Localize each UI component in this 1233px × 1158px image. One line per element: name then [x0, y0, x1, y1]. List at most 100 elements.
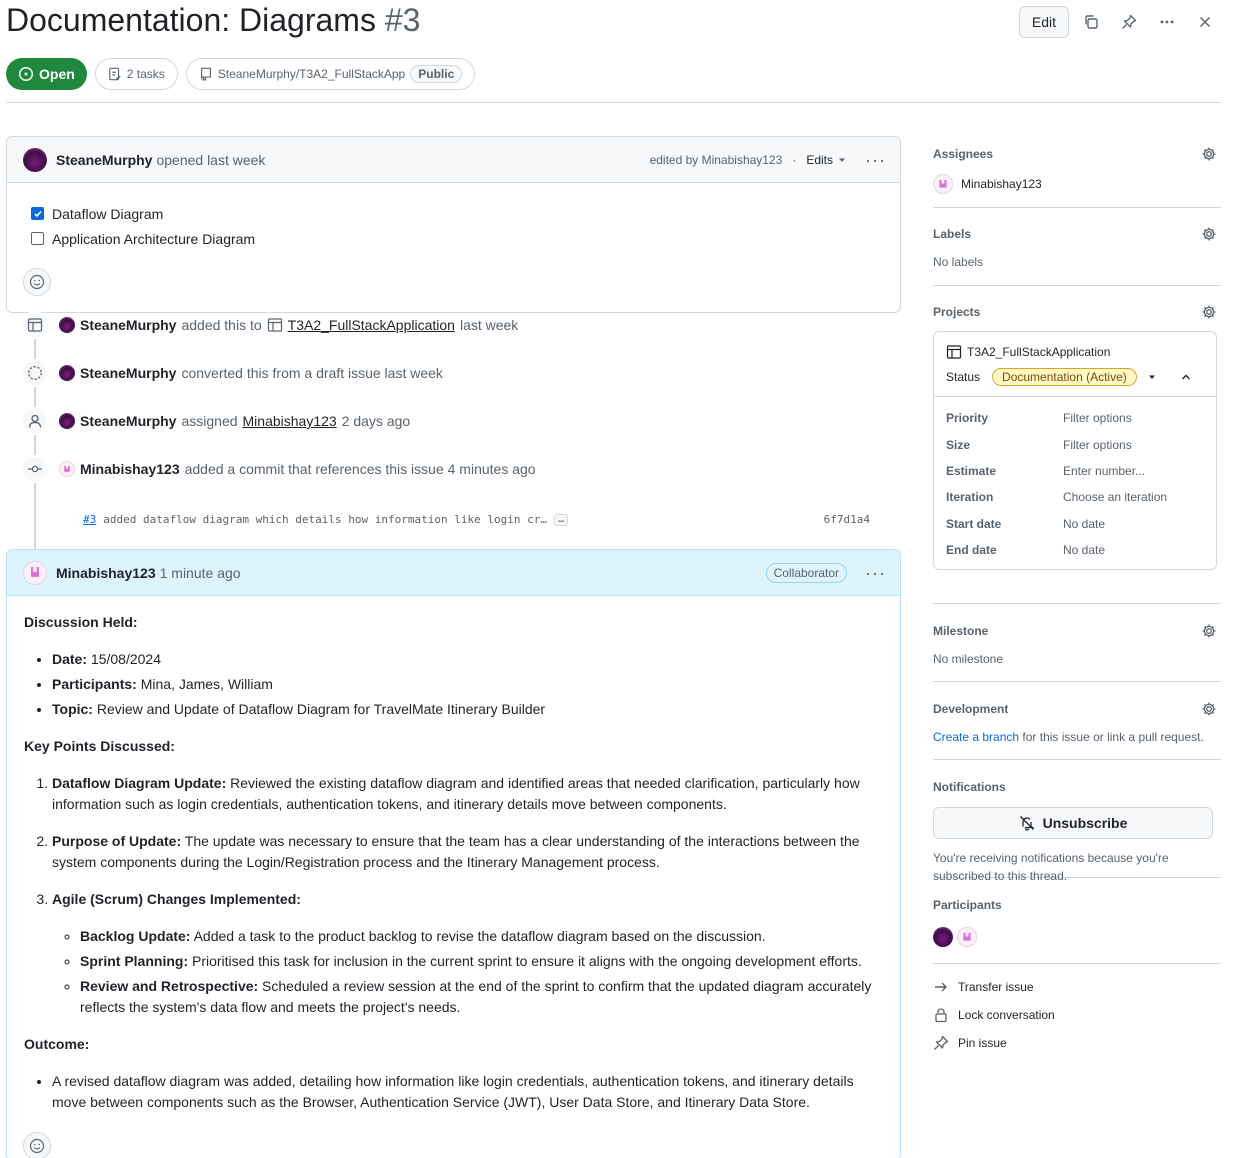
gear-icon[interactable]: [1201, 304, 1217, 323]
event-actor[interactable]: Minabishay123: [80, 461, 180, 477]
gear-icon[interactable]: [1201, 701, 1217, 720]
unsubscribe-label: Unsubscribe: [1042, 815, 1128, 831]
project-field[interactable]: Start date No date: [934, 511, 1216, 537]
commit-message[interactable]: added dataflow diagram which details how…: [103, 513, 547, 526]
collaborator-comment: Minabishay123 1 minute ago Collaborator …: [6, 549, 901, 1158]
pin-issue-action[interactable]: Pin issue: [933, 1029, 1221, 1057]
section-title[interactable]: Development: [933, 702, 1221, 716]
transfer-issue-action[interactable]: Transfer issue: [933, 973, 1221, 1001]
labels-value: No labels: [933, 255, 984, 269]
avatar[interactable]: [59, 365, 75, 381]
issue-sidebar: Assignees Minabishay123 Labels No labels…: [933, 136, 1221, 1057]
event-description: added a commit that references this issu…: [184, 461, 536, 477]
participants-section: Participants: [933, 878, 1221, 964]
comment-body: Dataflow Diagram Application Architectur…: [7, 183, 900, 312]
event-actor[interactable]: SteaneMurphy: [80, 317, 176, 333]
issue-title: Documentation: Diagrams #3: [6, 2, 420, 39]
event-actor[interactable]: SteaneMurphy: [80, 365, 176, 381]
repo-name: SteaneMurphy/T3A2_FullStackApp: [217, 67, 406, 81]
bell-slash-icon: [1019, 816, 1035, 831]
add-reaction-icon[interactable]: [23, 268, 51, 296]
section-title[interactable]: Labels: [933, 227, 1221, 241]
close-icon[interactable]: [1189, 6, 1221, 38]
triangle-down-icon[interactable]: [1147, 372, 1157, 382]
event-actor[interactable]: SteaneMurphy: [80, 413, 176, 429]
checkbox-checked[interactable]: [31, 207, 44, 220]
issue-actions: Transfer issue Lock conversation Pin iss…: [933, 964, 1221, 1057]
assignee-link[interactable]: Minabishay123: [243, 413, 337, 429]
event-text: Minabishay123 added a commit that refere…: [59, 461, 536, 477]
draft-issue-icon: [21, 359, 49, 387]
project-field[interactable]: End date No date: [934, 537, 1216, 563]
checkbox-unchecked[interactable]: [31, 232, 44, 245]
header-actions: Edit: [1018, 6, 1221, 38]
person-icon: [21, 407, 49, 435]
list-item: Sprint Planning: Prioritised this task f…: [80, 951, 884, 972]
section-title[interactable]: Projects: [933, 305, 1221, 319]
gear-icon[interactable]: [1201, 146, 1217, 165]
repo-pill[interactable]: SteaneMurphy/T3A2_FullStackApp Public: [185, 58, 476, 90]
event-text: SteaneMurphy assigned Minabishay123 2 da…: [59, 413, 410, 429]
pin-icon[interactable]: [1113, 6, 1145, 38]
avatar[interactable]: [59, 461, 75, 477]
project-field[interactable]: Priority Filter options: [934, 405, 1216, 431]
assignee-row[interactable]: Minabishay123: [933, 174, 1221, 194]
checklist-icon: [108, 67, 121, 81]
edits-dropdown[interactable]: Edits: [806, 153, 847, 167]
status-value[interactable]: Documentation (Active): [992, 368, 1137, 386]
avatar[interactable]: [933, 927, 953, 947]
tasks-label: 2 tasks: [126, 67, 165, 81]
separator-dot: ·: [792, 152, 797, 167]
assignee-name[interactable]: Minabishay123: [961, 177, 1042, 191]
section-title[interactable]: Milestone: [933, 624, 1221, 638]
avatar[interactable]: [23, 147, 47, 172]
comment-options-icon[interactable]: ···: [865, 151, 886, 169]
tasks-pill[interactable]: 2 tasks: [94, 58, 178, 90]
edit-button[interactable]: Edit: [1018, 6, 1069, 38]
chevron-up-icon[interactable]: [1180, 371, 1192, 383]
avatar[interactable]: [59, 413, 75, 429]
avatar[interactable]: [933, 174, 953, 194]
comment-author[interactable]: SteaneMurphy: [56, 152, 152, 168]
notifications-section: Notifications Unsubscribe You're receivi…: [933, 760, 1221, 883]
unsubscribe-button[interactable]: Unsubscribe: [933, 807, 1213, 839]
milestone-value: No milestone: [933, 652, 1004, 666]
git-commit-icon: [21, 455, 49, 483]
agile-list: Backlog Update: Added a task to the prod…: [52, 926, 884, 1018]
avatar[interactable]: [59, 317, 75, 333]
project-name-row[interactable]: T3A2_FullStackApplication: [946, 344, 1204, 360]
participants-list: [933, 927, 1221, 947]
transfer-label: Transfer issue: [958, 980, 1034, 994]
issue-body-comment: SteaneMurphy opened last week edited by …: [6, 136, 901, 313]
comment-time[interactable]: 1 minute ago: [160, 565, 241, 581]
outcome-list: A revised dataflow diagram was added, de…: [24, 1071, 884, 1113]
add-reaction-icon[interactable]: [23, 1132, 51, 1158]
task-item[interactable]: Dataflow Diagram: [31, 201, 884, 226]
avatar[interactable]: [23, 560, 47, 585]
timeline-event: SteaneMurphy converted this from a draft…: [21, 359, 443, 387]
gear-icon[interactable]: [1201, 226, 1217, 245]
issue-header: Documentation: Diagrams #3 Edit: [6, 0, 1221, 44]
project-name[interactable]: T3A2_FullStackApplication: [967, 345, 1110, 359]
issue-ref-link[interactable]: #3: [83, 513, 96, 526]
key-points-heading: Key Points Discussed:: [24, 738, 175, 754]
project-icon: [267, 318, 282, 332]
commit-sha[interactable]: 6f7d1a4: [824, 513, 870, 526]
comment-action[interactable]: opened last week: [156, 152, 265, 168]
project-field[interactable]: Iteration Choose an iteration: [934, 484, 1216, 510]
comment-author[interactable]: Minabishay123: [56, 565, 156, 581]
avatar[interactable]: [957, 927, 977, 947]
create-branch-link[interactable]: Create a branch: [933, 730, 1019, 744]
copy-icon[interactable]: [1075, 6, 1107, 38]
more-options-icon[interactable]: [1151, 6, 1183, 38]
section-title[interactable]: Assignees: [933, 147, 1221, 161]
project-link[interactable]: T3A2_FullStackApplication: [288, 317, 455, 333]
gear-icon[interactable]: [1201, 623, 1217, 642]
task-item[interactable]: Application Architecture Diagram: [31, 226, 884, 251]
event-pre: assigned: [181, 413, 238, 429]
expand-commit-button[interactable]: …: [553, 513, 568, 526]
project-field[interactable]: Estimate Enter number...: [934, 458, 1216, 484]
lock-conversation-action[interactable]: Lock conversation: [933, 1001, 1221, 1029]
comment-options-icon[interactable]: ···: [865, 564, 886, 582]
project-field[interactable]: Size Filter options: [934, 431, 1216, 457]
